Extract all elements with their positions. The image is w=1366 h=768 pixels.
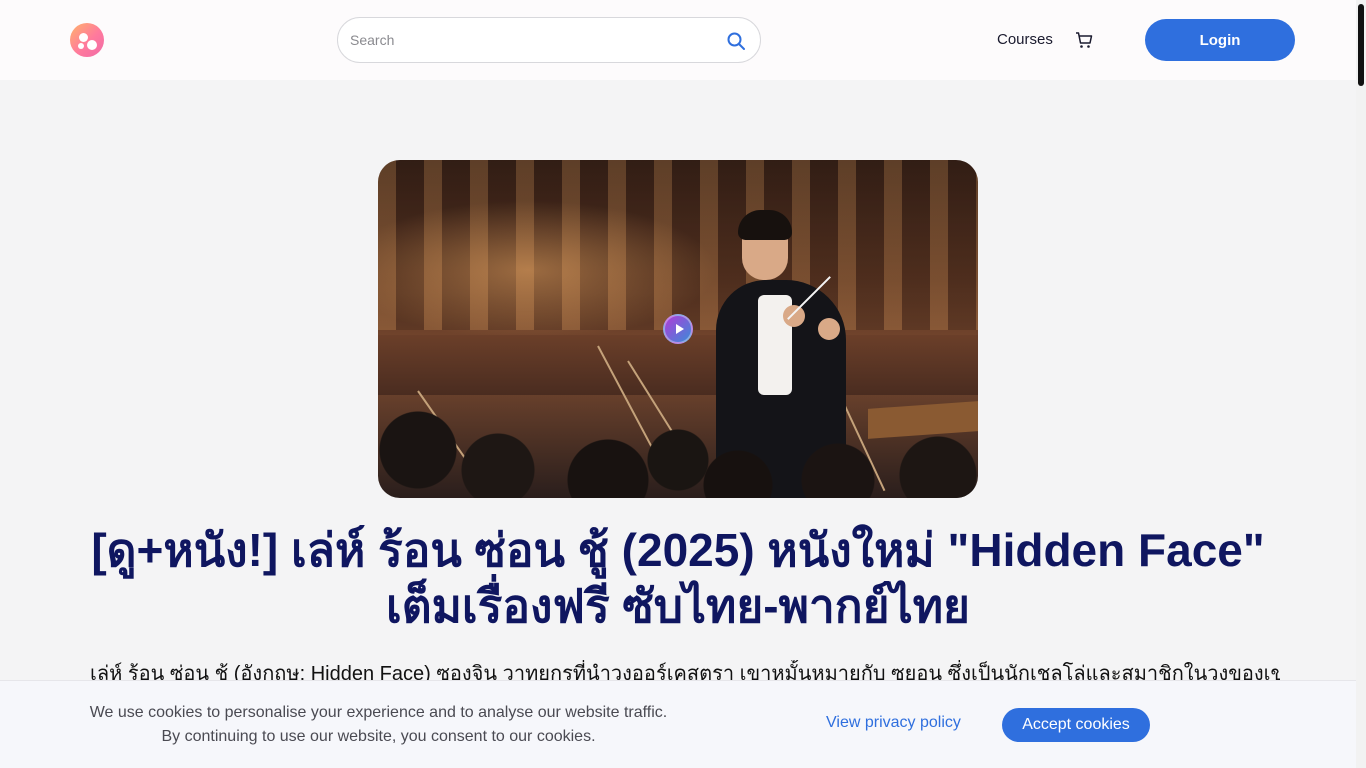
cookie-message-line2: By continuing to use our website, you co… (161, 728, 596, 745)
site-header: Courses Login (0, 0, 1356, 80)
cookie-banner: We use cookies to personalise your exper… (0, 680, 1356, 768)
page-scrollbar[interactable] (1356, 0, 1366, 768)
search-icon[interactable] (726, 31, 746, 51)
video-thumbnail[interactable] (378, 160, 978, 498)
accept-cookies-button[interactable]: Accept cookies (1002, 708, 1150, 742)
search-bar (337, 17, 761, 63)
login-button[interactable]: Login (1145, 19, 1295, 61)
page-title: [ดู+หนัง!] เล่ห์ ร้อน ซ่อน ชู้ (2025) หน… (91, 524, 1265, 632)
brand-logo-icon[interactable] (70, 23, 104, 57)
privacy-policy-link[interactable]: View privacy policy (826, 714, 961, 732)
cookie-message-line1: We use cookies to personalise your exper… (89, 704, 668, 721)
cookie-message: We use cookies to personalise your exper… (70, 701, 687, 749)
search-input[interactable] (350, 18, 710, 62)
nav-courses-link[interactable]: Courses (997, 31, 1053, 48)
cart-icon[interactable] (1075, 31, 1093, 49)
scrollbar-thumb[interactable] (1358, 4, 1364, 86)
orchestra-players (378, 390, 978, 498)
play-icon[interactable] (663, 314, 693, 344)
